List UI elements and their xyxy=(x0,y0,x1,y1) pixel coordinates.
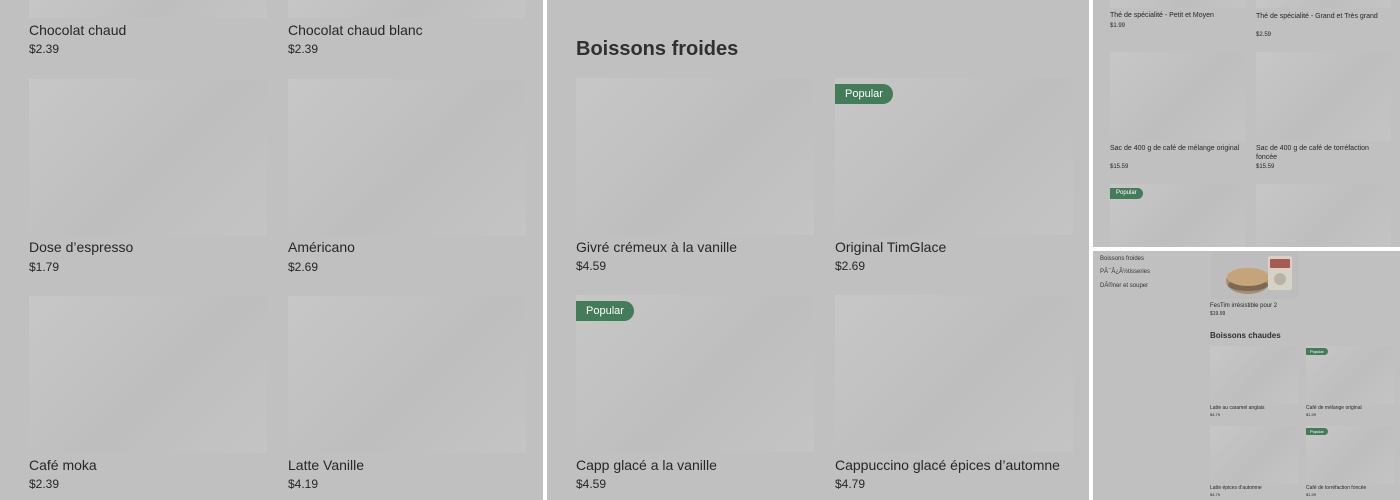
menu-item-name[interactable]: Américano xyxy=(288,239,355,255)
menu-item-name[interactable]: Café de torréfaction foncée xyxy=(1306,485,1366,491)
menu-item-image[interactable] xyxy=(29,296,267,453)
menu-item-image[interactable] xyxy=(1110,52,1245,141)
popular-badge: Popular xyxy=(1110,188,1143,199)
menu-item-price: $4.79 xyxy=(835,477,866,491)
category-nav-item[interactable]: PÃ¯Â¿Â½tisseries xyxy=(1100,269,1150,275)
hot-drinks-panel: Chocolat chaud $2.39 Chocolat chaud blan… xyxy=(0,0,543,500)
popular-badge: Popular xyxy=(835,84,893,104)
menu-item-price: $1.79 xyxy=(29,260,60,274)
menu-item-name[interactable]: Cappuccino glacé épices d’automne xyxy=(835,457,1060,473)
menu-item-price: $1.99 xyxy=(1306,412,1317,417)
menu-item-name[interactable]: Original TimGlace xyxy=(835,239,946,255)
menu-item-name[interactable]: FesTim irrésistible pour 2 xyxy=(1210,303,1277,309)
menu-item-price: $15.59 xyxy=(1110,164,1129,170)
menu-item-image[interactable] xyxy=(29,79,267,236)
menu-item-name[interactable]: Sac de 400 g de café de mélange original xyxy=(1110,144,1240,153)
menu-item-name[interactable]: Latte au caramel anglais xyxy=(1210,405,1264,411)
menu-item-name[interactable]: Chocolat chaud blanc xyxy=(288,22,423,38)
menu-item-image[interactable] xyxy=(1210,426,1298,484)
cold-drinks-panel: Boissons froides Popular Givré crémeux à… xyxy=(547,0,1089,500)
menu-item-price: $2.39 xyxy=(288,42,319,56)
menu-item-image[interactable] xyxy=(1210,346,1298,404)
menu-item-price: $4.79 xyxy=(1210,412,1221,417)
menu-item-price: $15.59 xyxy=(1256,164,1275,170)
menu-item-image[interactable] xyxy=(1110,0,1245,8)
menu-item-image[interactable] xyxy=(1256,0,1391,8)
menu-item-price: $19.99 xyxy=(1210,311,1226,317)
menu-item-price: $2.59 xyxy=(1256,32,1272,38)
menu-item-name[interactable]: Dose d’espresso xyxy=(29,239,133,255)
menu-item-image[interactable] xyxy=(1256,184,1391,247)
menu-item-price: $1.99 xyxy=(1110,23,1126,29)
menu-item-name[interactable]: Chocolat chaud xyxy=(29,22,126,38)
menu-item-price: $2.69 xyxy=(288,260,319,274)
category-nav-item[interactable]: DÃ®ner et souper xyxy=(1100,283,1148,289)
menu-item-image[interactable] xyxy=(29,0,267,18)
menu-item-name[interactable]: Thé de spécialité - Grand et Très grand xyxy=(1256,12,1391,21)
menu-item-name[interactable]: Capp glacé a la vanille xyxy=(576,457,717,473)
popular-badge: Popular xyxy=(1306,428,1328,435)
burger-and-box-icon xyxy=(1226,256,1292,294)
menu-item-price: $2.69 xyxy=(835,259,866,273)
menu-item-price: $4.59 xyxy=(576,259,607,273)
menu-item-name[interactable]: Givré crémeux à la vanille xyxy=(576,239,737,255)
popular-badge: Popular xyxy=(576,301,634,321)
section-heading: Boissons froides xyxy=(576,38,739,60)
menu-item-name[interactable]: Sac de 400 g de café de torréfaction fon… xyxy=(1256,144,1391,162)
menu-item-price: $4.19 xyxy=(288,477,319,491)
popular-badge: Popular xyxy=(1306,348,1328,355)
menu-item-price: $2.39 xyxy=(29,477,60,491)
menu-item-image[interactable] xyxy=(835,295,1073,452)
menu-item-name[interactable]: Café moka xyxy=(29,457,97,473)
menu-item-price: $4.59 xyxy=(576,477,607,491)
menu-item-image[interactable] xyxy=(288,0,526,18)
menu-item-name[interactable]: Latte Vanille xyxy=(288,457,364,473)
specialty-panel: Thé de spécialité - Petit et Moyen $1.99… xyxy=(1093,0,1400,247)
menu-overview-panel: Boissons froides PÃ¯Â¿Â½tisseries DÃ®ner… xyxy=(1093,251,1400,500)
menu-item-image[interactable] xyxy=(1256,52,1391,141)
menu-item-price: $1.99 xyxy=(1306,492,1317,497)
category-nav-item[interactable]: Boissons froides xyxy=(1100,256,1144,262)
menu-item-image[interactable] xyxy=(576,78,814,235)
menu-item-price: $2.39 xyxy=(29,42,60,56)
menu-item-price: $4.79 xyxy=(1210,492,1221,497)
menu-item-image[interactable] xyxy=(288,296,526,453)
menu-item-name[interactable]: Café de mélange original xyxy=(1306,405,1362,411)
menu-item-name[interactable]: Thé de spécialité - Petit et Moyen xyxy=(1110,12,1214,19)
menu-item-name[interactable]: Latte épices d’automne xyxy=(1210,485,1262,491)
menu-item-image[interactable] xyxy=(288,79,526,236)
featured-item-image[interactable] xyxy=(1210,251,1298,299)
section-heading: Boissons chaudes xyxy=(1210,331,1281,340)
